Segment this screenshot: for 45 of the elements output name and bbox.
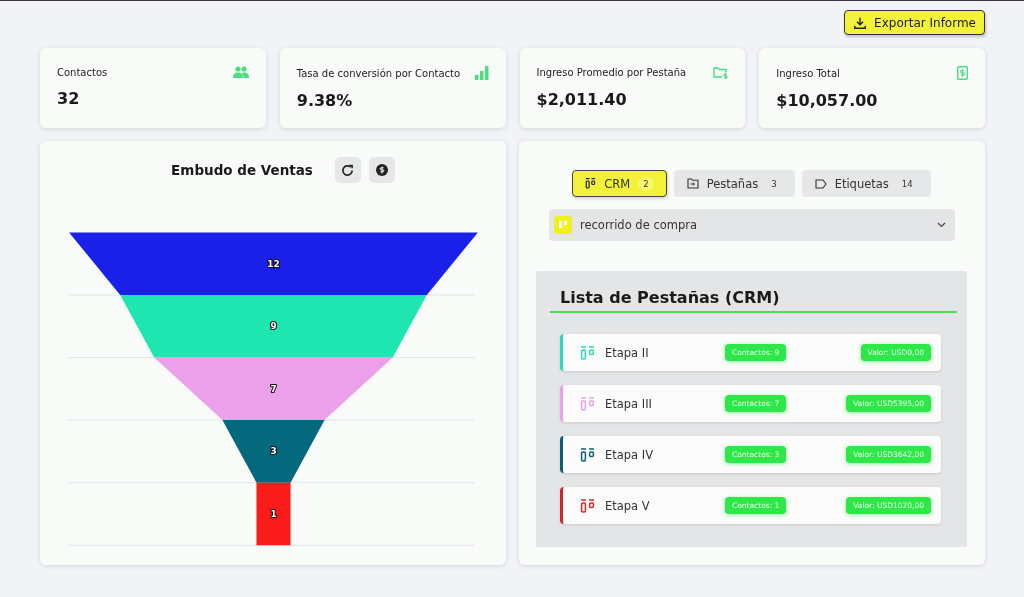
tab[interactable]: Pestañas 3: [673, 170, 795, 197]
stage-name: Etapa II: [605, 345, 650, 360]
kanban-icon: [580, 447, 595, 462]
stat-label: Tasa de conversión por Contacto: [296, 67, 461, 79]
kanban-icon: [580, 498, 595, 513]
tab[interactable]: Etiquetas 14: [801, 170, 931, 197]
tab-count: 3: [770, 177, 778, 191]
people-icon: [232, 66, 249, 78]
stage-name: Etapa III: [605, 396, 653, 411]
stat-label: Ingreso Total: [776, 67, 840, 79]
dollar-coin-icon: [375, 164, 388, 176]
stat-value: $10,057.00: [776, 91, 879, 110]
folder-dollar-icon: [713, 66, 729, 79]
kanban-icon: [580, 396, 595, 411]
segment-label: 9: [270, 321, 277, 332]
segment-label: 3: [270, 446, 277, 457]
chevron-down-icon: [937, 222, 946, 228]
stage-name: Etapa V: [605, 498, 651, 513]
kanban-icon: [585, 178, 597, 189]
bar-chart-icon: [474, 66, 489, 80]
segment-label: 1: [270, 508, 277, 519]
stat-label: Ingreso Promedio por Pestaña: [536, 67, 687, 78]
refresh-button[interactable]: [334, 157, 361, 183]
tab[interactable]: CRM 2: [572, 170, 667, 197]
download-icon: [853, 15, 868, 30]
stat-value: $2,011.40: [536, 90, 628, 109]
segment-label: 7: [270, 383, 277, 394]
tag-icon: [814, 178, 827, 189]
stat-value: 9.38%: [296, 91, 354, 110]
kanban-icon: [554, 216, 572, 234]
pipeline-dropdown[interactable]: recorrido de compra: [549, 209, 955, 241]
tab-count: 2: [638, 176, 654, 191]
segment-label: 12: [267, 258, 280, 269]
refresh-icon: [341, 163, 355, 177]
chart-title: Embudo de Ventas: [171, 162, 313, 178]
kanban-icon: [580, 345, 595, 360]
list-title: Lista de Pestañas (CRM): [550, 288, 957, 313]
stage-name: Etapa IV: [605, 447, 655, 462]
tab-count: 14: [900, 177, 914, 191]
export-button[interactable]: Exportar Informe: [844, 10, 985, 35]
currency-button[interactable]: [368, 157, 395, 183]
dollar-bill-icon: [957, 66, 968, 80]
stat-label: Contactos: [57, 66, 108, 78]
folder-icon: [686, 178, 699, 189]
stat-value: 32: [57, 89, 81, 108]
